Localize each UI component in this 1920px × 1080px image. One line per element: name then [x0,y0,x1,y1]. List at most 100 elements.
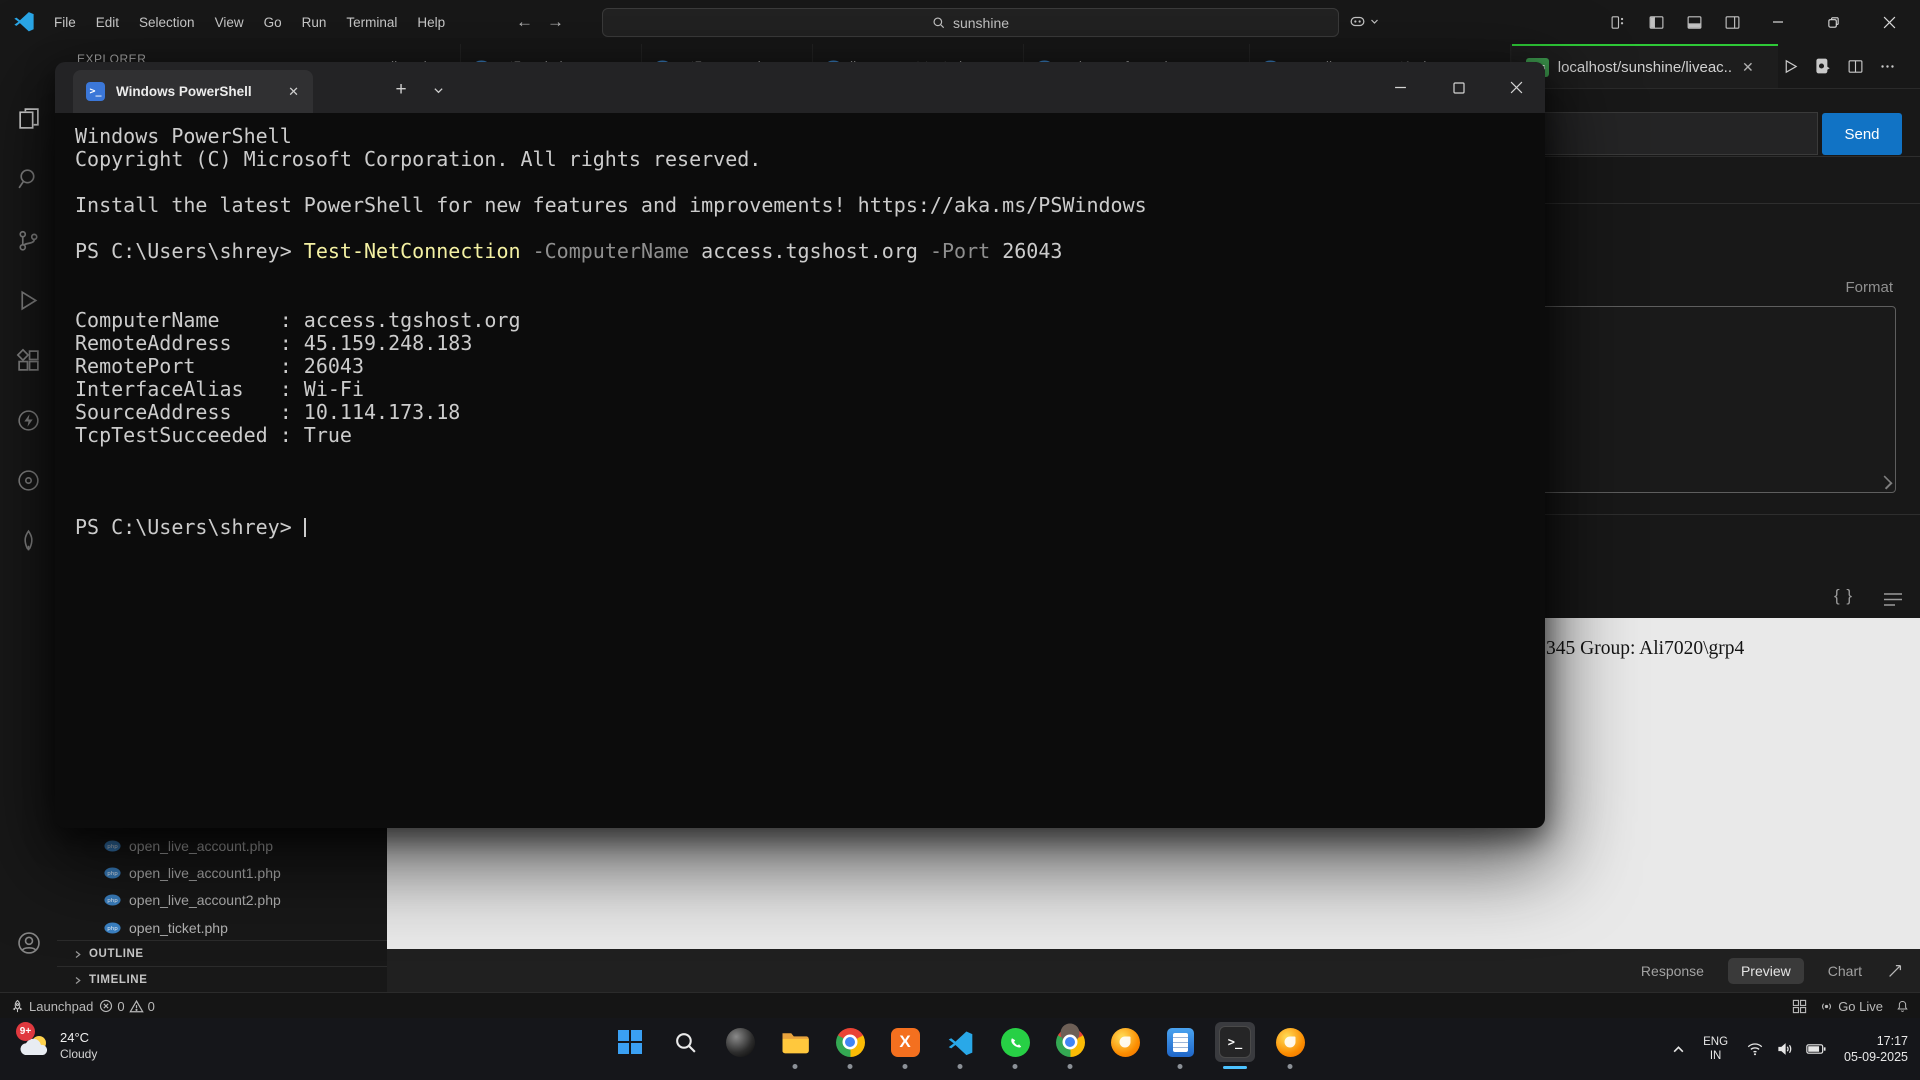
file-label: open_live_account.php [129,838,273,854]
ps-maximize-button[interactable] [1435,62,1482,113]
rest-client-tab[interactable]: POS localhost/sunshine/liveac.. ✕ [1512,44,1778,88]
warnings-count: 0 [148,999,155,1014]
clock[interactable]: 17:17 05-09-2025 [1844,1033,1908,1065]
menu-edit[interactable]: Edit [86,11,129,34]
problems-item[interactable]: 0 0 [99,999,154,1014]
ports-grid-icon[interactable] [1792,999,1807,1014]
split-editor-icon[interactable] [1847,58,1864,75]
powershell-window[interactable]: >_ Windows PowerShell ✕ + Windows PowerS… [55,62,1545,828]
news-badge: 9+ [16,1022,35,1041]
menu-go[interactable]: Go [254,11,292,34]
url-input[interactable] [1512,112,1818,155]
notepad-icon[interactable] [1160,1022,1200,1062]
layout-customize-icon[interactable] [1610,14,1627,31]
chevron-right-icon [73,976,82,985]
file-item[interactable]: php open_live_account.php [57,832,387,859]
svg-text:php: php [107,926,118,932]
file-explorer-icon[interactable] [775,1022,815,1062]
braces-icon[interactable]: { } [1834,586,1853,606]
source-control-icon[interactable] [16,228,41,253]
section-outline[interactable]: OUTLINE [57,940,387,967]
toggle-sidebar-icon[interactable] [1648,14,1665,31]
battery-icon[interactable] [1806,1042,1826,1056]
toggle-secondary-sidebar-icon[interactable] [1724,14,1741,31]
ps-minimize-button[interactable] [1377,62,1424,113]
response-tab-response[interactable]: Response [1641,963,1704,979]
vscode-taskbar-icon[interactable] [940,1022,980,1062]
request-body-textarea[interactable] [1520,306,1896,493]
search-sidebar-icon[interactable] [16,166,41,191]
list-icon[interactable] [1882,591,1904,608]
thunder-client-icon[interactable] [16,408,41,433]
new-tab-icon[interactable]: + [385,70,417,110]
file-item[interactable]: phpopen_live_account1.php [57,859,387,886]
terminal-cursor [304,518,306,537]
chevron-down-icon[interactable] [1370,17,1379,26]
go-live-label: Go Live [1838,999,1883,1014]
chrome-icon[interactable] [830,1022,870,1062]
resize-diagonal-icon[interactable] [1886,962,1904,980]
chrome-profile-icon[interactable] [1050,1022,1090,1062]
menu-file[interactable]: File [44,11,86,34]
menu-help[interactable]: Help [407,11,455,34]
section-timeline[interactable]: TIMELINE [57,966,387,994]
taskbar-search-icon[interactable] [665,1022,705,1062]
orange-app-icon[interactable] [1105,1022,1145,1062]
window-restore-button[interactable] [1810,0,1856,44]
vscode-titlebar: FileEditSelectionViewGoRunTerminalHelp ←… [0,0,1920,44]
copilot-icon[interactable] [1348,12,1367,31]
command-center-search[interactable]: sunshine [602,8,1339,37]
launchpad-item[interactable]: Launchpad [10,999,93,1014]
window-minimize-button[interactable] [1755,0,1801,44]
response-tab-chart[interactable]: Chart [1828,963,1862,979]
toggle-panel-icon[interactable] [1686,14,1703,31]
window-close-button[interactable] [1866,0,1912,44]
powershell-titlebar[interactable]: >_ Windows PowerShell ✕ + [55,62,1545,113]
whatsapp-icon[interactable] [995,1022,1035,1062]
terminal-icon[interactable]: >_ [1215,1022,1255,1062]
xampp-icon[interactable]: X [885,1022,925,1062]
more-actions-icon[interactable] [1879,58,1896,75]
close-icon[interactable]: ✕ [1742,59,1754,76]
tray-chevron-icon[interactable] [1672,1043,1685,1056]
response-tab-preview[interactable]: Preview [1728,958,1804,984]
format-action[interactable]: Format [1845,279,1893,296]
back-arrow-icon[interactable]: ← [516,12,533,32]
mongodb-icon[interactable] [16,528,41,553]
menu-view[interactable]: View [205,11,254,34]
extensions-icon[interactable] [16,348,41,373]
run-debug-icon[interactable] [16,288,41,313]
menu-bar: FileEditSelectionViewGoRunTerminalHelp [44,0,455,44]
terminal-buffer[interactable]: Windows PowerShellCopyright (C) Microsof… [75,125,1537,828]
file-item[interactable]: phpopen_ticket.php [57,914,387,941]
forward-arrow-icon[interactable]: → [547,12,564,32]
run-request-icon[interactable] [1782,58,1799,75]
wifi-icon[interactable] [1746,1041,1764,1057]
orange-app-icon-2[interactable] [1270,1022,1310,1062]
account-icon[interactable] [16,930,42,956]
bell-icon[interactable] [1895,999,1910,1014]
weather-temp: 24°C [60,1029,97,1046]
php-file-icon: php [104,867,121,879]
go-live-item[interactable]: Go Live [1819,999,1883,1014]
volume-icon[interactable] [1776,1041,1794,1057]
ps-close-button[interactable] [1493,62,1540,113]
svg-text:php: php [107,898,118,904]
remote-explorer-icon[interactable] [16,468,41,493]
sphere-app-icon[interactable] [720,1022,760,1062]
errors-count: 0 [117,999,124,1014]
menu-run[interactable]: Run [292,11,337,34]
send-button[interactable]: Send [1822,113,1902,155]
file-item[interactable]: phpopen_live_account2.php [57,886,387,913]
tab-close-icon[interactable]: ✕ [288,84,299,100]
tab-dropdown-icon[interactable] [423,70,453,110]
menu-terminal[interactable]: Terminal [336,11,407,34]
explorer-icon[interactable] [16,106,41,131]
weather-widget[interactable]: 9+ 24°C Cloudy [14,1024,97,1068]
start-icon[interactable] [610,1022,650,1062]
request-settings-icon[interactable] [1814,57,1832,75]
language-indicator[interactable]: ENG IN [1703,1035,1728,1063]
php-file-icon: php [104,840,121,852]
powershell-tab[interactable]: >_ Windows PowerShell ✕ [73,70,313,113]
menu-selection[interactable]: Selection [129,11,205,34]
